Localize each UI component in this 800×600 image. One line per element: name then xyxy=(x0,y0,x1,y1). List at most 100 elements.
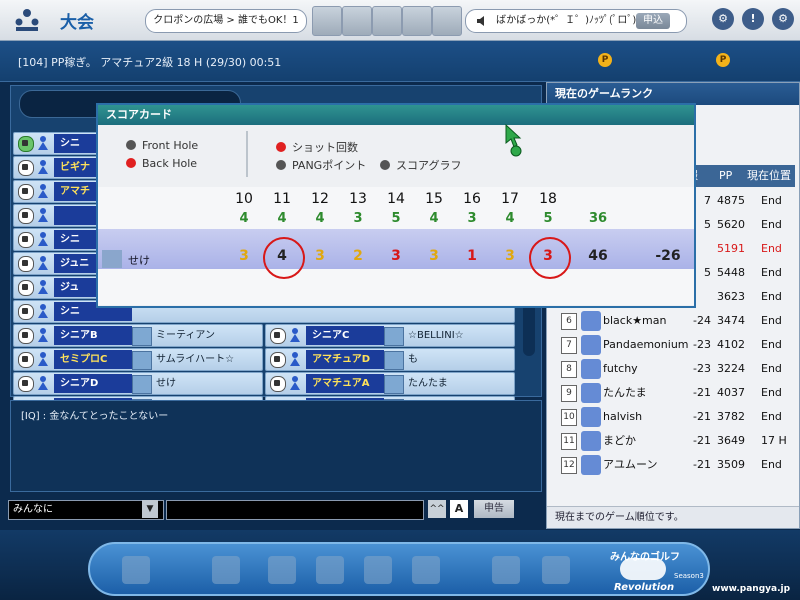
avatar xyxy=(384,327,404,346)
character-icon[interactable] xyxy=(312,6,342,36)
speaker-icon xyxy=(477,16,484,26)
ranking-score: -23 xyxy=(693,362,711,375)
stop-icon xyxy=(18,232,34,248)
ranking-row[interactable]: 11 まどか -21 3649 17 H xyxy=(551,429,795,453)
ranking-row[interactable]: 8 futchy -23 3224 End xyxy=(551,357,795,381)
score-diff: -26 xyxy=(655,248,681,264)
hole-number: 15 xyxy=(425,191,443,207)
player-name: ミーティアン xyxy=(156,330,215,341)
card-icon[interactable] xyxy=(364,556,392,584)
ranking-pp: 3649 xyxy=(717,434,745,447)
chat-channel-select[interactable]: みんなに xyxy=(8,500,164,520)
hole-par: 4 xyxy=(239,211,249,226)
player-row[interactable]: シニアD せけ xyxy=(13,372,263,395)
stop-icon xyxy=(270,328,286,344)
golfer-icon xyxy=(38,352,48,366)
lobby-location[interactable]: クロポンの広場 > 誰でもOK！1 xyxy=(145,9,307,33)
stop-icon xyxy=(18,352,34,368)
ranking-player-name: futchy xyxy=(603,362,638,375)
player-row[interactable]: シニアC ☆BELLINI☆ xyxy=(265,324,515,347)
top-bar: 大会 クロポンの広場 > 誰でもOK！1 ばかばっか(*゜Ｉ゜)ﾉｯﾂﾟ(ﾟロﾟ… xyxy=(0,0,800,41)
ranking-pp: 3224 xyxy=(717,362,745,375)
option-icon[interactable] xyxy=(542,556,570,584)
shop-icon[interactable] xyxy=(212,556,240,584)
hole-number: 13 xyxy=(349,191,367,207)
hole-score: 3 xyxy=(315,248,325,264)
font-button[interactable]: A xyxy=(450,500,468,518)
settings-wheel-icon[interactable]: ⚙ xyxy=(712,8,734,30)
player-row[interactable]: セミプロC サムライハート☆ xyxy=(13,348,263,371)
logo-revolution: Revolution xyxy=(614,582,675,593)
close-icon[interactable] xyxy=(432,6,462,36)
gear-icon[interactable]: ⚙ xyxy=(772,8,794,30)
player-rank: アマチュアD xyxy=(306,350,384,369)
player-row[interactable]: アマチュアA たんたま xyxy=(265,372,515,395)
ranking-position: 17 H xyxy=(761,434,787,447)
chat-input[interactable] xyxy=(166,500,424,520)
shots-label: ショット回数 xyxy=(292,141,358,154)
ranking-pp: 4102 xyxy=(717,338,745,351)
front-hole-option[interactable]: Front Hole xyxy=(126,139,198,152)
minus-icon[interactable] xyxy=(402,6,432,36)
ranking-title: 現在のゲームランク xyxy=(547,83,799,105)
front-hole-label: Front Hole xyxy=(142,139,199,152)
hole-score: 3 xyxy=(505,248,515,264)
stop-icon xyxy=(18,280,34,296)
report-button[interactable]: 申告 xyxy=(474,500,514,518)
ranking-row[interactable]: 10 halvish -21 3782 End xyxy=(551,405,795,429)
hole-number: 12 xyxy=(311,191,329,207)
chat-log: [IQ] : 金なんてとったことないー xyxy=(10,400,542,492)
ranking-position: End xyxy=(761,338,782,351)
radio-icon xyxy=(380,160,390,170)
rank-number: 10 xyxy=(561,409,577,426)
ranking-row[interactable]: 7 Pandaemonium -23 4102 End xyxy=(551,333,795,357)
exit-icon[interactable] xyxy=(122,556,150,584)
score-card-title: スコアカード xyxy=(98,105,694,125)
gift-icon[interactable] xyxy=(316,556,344,584)
player-name: サムライハート☆ xyxy=(156,354,235,365)
ranking-pp: 5448 xyxy=(717,266,745,279)
character2-icon[interactable] xyxy=(342,6,372,36)
item-icon[interactable] xyxy=(268,556,296,584)
ranking-score: -24 xyxy=(693,314,711,327)
shots-option[interactable]: ショット回数 xyxy=(276,139,358,155)
player-row[interactable]: アマチュアD も xyxy=(265,348,515,371)
locker-icon[interactable] xyxy=(412,556,440,584)
back-hole-option[interactable]: Back Hole xyxy=(126,157,197,170)
ranking-position: End xyxy=(761,410,782,423)
golfer-icon xyxy=(38,208,48,222)
room-info-text: [104] PP稼ぎ。 アマチュア2級 18 H (29/30) 00:51 xyxy=(18,56,282,69)
character3-icon[interactable] xyxy=(372,6,402,36)
graph-option[interactable]: スコアグラフ xyxy=(380,157,461,173)
ranking-position: End xyxy=(761,290,782,303)
ranking-row[interactable]: 9 たんたま -21 4037 End xyxy=(551,381,795,405)
ranking-row[interactable]: 12 アユムーン -21 3509 End xyxy=(551,453,795,477)
rank-number: 12 xyxy=(561,457,577,474)
ranking-pp: 3623 xyxy=(717,290,745,303)
rank-number: 8 xyxy=(561,361,577,378)
stop-icon xyxy=(270,376,286,392)
hole-number: 18 xyxy=(539,191,557,207)
alert-icon[interactable]: ! xyxy=(742,8,764,30)
pang-option[interactable]: PANGポイント xyxy=(276,157,366,173)
golfer-icon xyxy=(38,376,48,390)
player-row[interactable]: シニアB ミーティアン xyxy=(13,324,263,347)
apply-button[interactable]: 申込 xyxy=(636,13,670,29)
rank-number: 9 xyxy=(561,385,577,402)
hole-par: 4 xyxy=(505,211,515,226)
player-emblem-icon xyxy=(581,383,601,403)
site-url[interactable]: www.pangya.jp xyxy=(712,584,790,594)
pang-label: PANGポイント xyxy=(292,159,367,172)
score-player-name: せけ xyxy=(128,254,150,267)
radio-icon xyxy=(276,160,286,170)
message-box[interactable]: ばかばっか(*゜Ｉ゜)ﾉｯﾂﾟ(ﾟロﾟ)ﾍﾟﾀ 申込 xyxy=(465,9,687,33)
hole-par: 5 xyxy=(391,211,401,226)
chevron-down-icon[interactable]: ▼ xyxy=(142,500,158,518)
message-text: ばかばっか(*゜Ｉ゜)ﾉｯﾂﾟ(ﾟロﾟ)ﾍﾟﾀ xyxy=(496,15,652,26)
highlight-circle xyxy=(263,237,305,279)
player-emblem-icon xyxy=(581,335,601,355)
emoticon-button[interactable]: ^^ xyxy=(428,500,446,518)
memo-icon[interactable] xyxy=(492,556,520,584)
ranking-row[interactable]: 6 black★man -24 3474 End xyxy=(551,309,795,333)
avatar xyxy=(384,375,404,394)
